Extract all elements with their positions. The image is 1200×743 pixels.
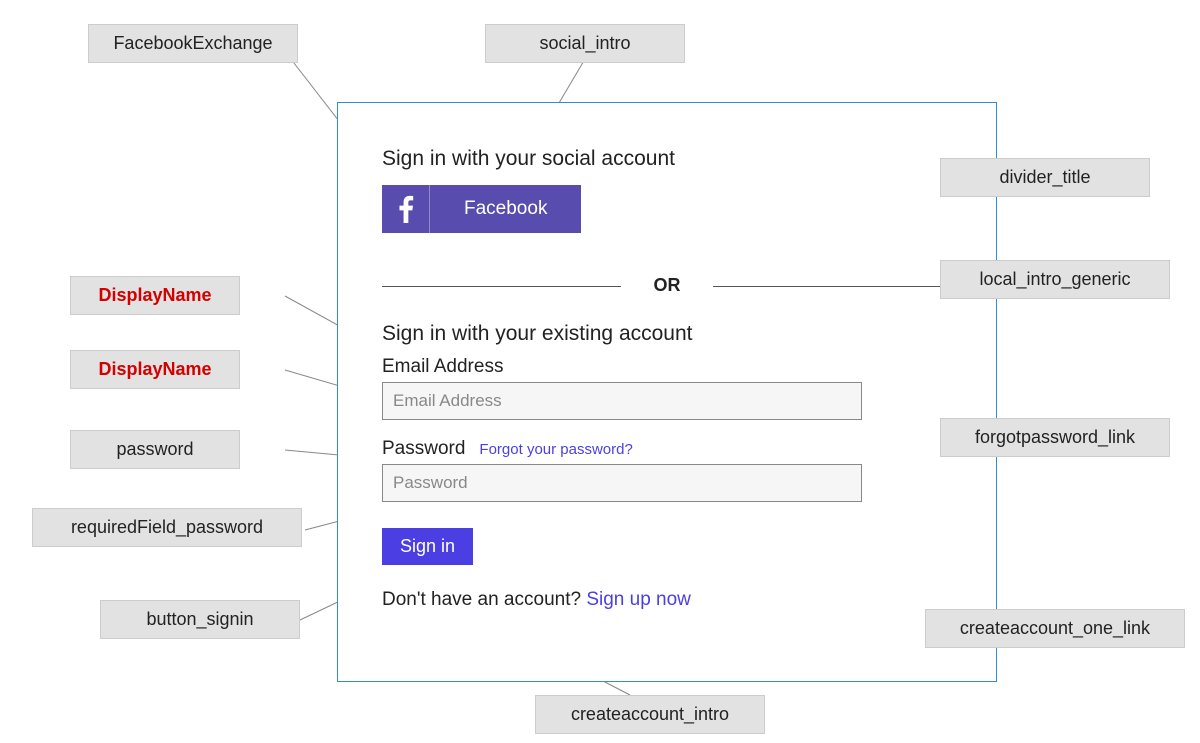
create-account-row: Don't have an account? Sign up now (382, 589, 952, 611)
facebook-icon (382, 185, 430, 233)
callout-required-field-password: requiredField_password (32, 508, 302, 547)
callout-divider-title: divider_title (940, 158, 1150, 197)
divider-line-right (713, 286, 952, 287)
callout-display-name-password: DisplayName (70, 350, 240, 389)
callout-button-signin: button_signin (100, 600, 300, 639)
signin-panel: Sign in with your social account Faceboo… (337, 102, 997, 682)
callout-facebook-exchange: FacebookExchange (88, 24, 298, 63)
facebook-button-label: Facebook (430, 185, 581, 233)
local-intro-text: Sign in with your existing account (382, 322, 952, 346)
facebook-exchange-button[interactable]: Facebook (382, 185, 581, 233)
password-label: Password (382, 438, 465, 460)
divider-title-text: OR (640, 275, 695, 296)
divider-line-left (382, 286, 621, 287)
signup-now-link[interactable]: Sign up now (586, 589, 691, 610)
email-input[interactable] (382, 382, 862, 420)
divider: OR (382, 275, 952, 296)
email-label: Email Address (382, 356, 952, 378)
create-account-intro: Don't have an account? (382, 589, 581, 610)
callout-local-intro-generic: local_intro_generic (940, 260, 1170, 299)
callout-create-account-one-link: createaccount_one_link (925, 609, 1185, 648)
social-intro-text: Sign in with your social account (382, 147, 952, 171)
signin-button[interactable]: Sign in (382, 528, 473, 565)
callout-create-account-intro: createaccount_intro (535, 695, 765, 734)
password-input[interactable] (382, 464, 862, 502)
callout-social-intro: social_intro (485, 24, 685, 63)
callout-forgot-password-link: forgotpassword_link (940, 418, 1170, 457)
forgot-password-link[interactable]: Forgot your password? (479, 441, 632, 458)
callout-password: password (70, 430, 240, 469)
callout-display-name-email: DisplayName (70, 276, 240, 315)
